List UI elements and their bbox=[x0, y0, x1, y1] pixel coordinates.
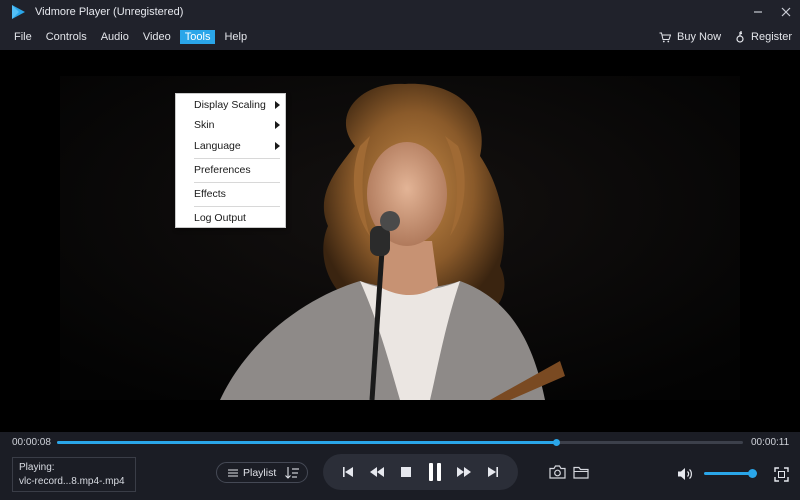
key-icon bbox=[736, 31, 744, 43]
stop-icon bbox=[400, 467, 411, 477]
menu-item-skin[interactable]: Skin bbox=[176, 116, 285, 134]
next-button[interactable] bbox=[483, 462, 503, 482]
menu-tools[interactable]: Tools bbox=[179, 30, 216, 44]
now-playing-file: vlc-record...8.mp4-.mp4 bbox=[19, 476, 125, 487]
playlist-button[interactable]: Playlist bbox=[216, 462, 308, 483]
menu-separator bbox=[194, 158, 280, 159]
language-label: Language bbox=[194, 140, 241, 152]
menu-file[interactable]: File bbox=[9, 30, 37, 44]
pause-button[interactable] bbox=[425, 462, 445, 482]
display-scaling-label: Display Scaling bbox=[194, 99, 266, 111]
log-output-label: Log Output bbox=[194, 212, 246, 224]
seek-bar-progress bbox=[57, 441, 556, 444]
buy-now-button[interactable]: Buy Now bbox=[659, 31, 721, 43]
cart-icon bbox=[659, 32, 671, 42]
fast-forward-button[interactable] bbox=[454, 462, 474, 482]
skin-label: Skin bbox=[194, 119, 215, 131]
submenu-arrow-icon bbox=[275, 142, 280, 150]
register-label: Register bbox=[751, 31, 792, 43]
fullscreen-button[interactable] bbox=[772, 465, 790, 483]
now-playing-box: Playing: vlc-record...8.mp4-.mp4 bbox=[12, 457, 136, 492]
menu-audio[interactable]: Audio bbox=[96, 30, 134, 44]
timeline: 00:00:08 00:00:11 bbox=[0, 432, 800, 452]
menu-item-display-scaling[interactable]: Display Scaling bbox=[176, 96, 285, 114]
seek-handle[interactable] bbox=[552, 439, 560, 446]
app-logo-icon bbox=[9, 3, 27, 21]
skip-next-icon bbox=[488, 467, 499, 477]
speaker-icon bbox=[678, 468, 692, 480]
skip-previous-icon bbox=[342, 467, 353, 477]
camera-icon bbox=[548, 465, 566, 479]
pause-icon bbox=[429, 463, 442, 481]
close-icon bbox=[781, 7, 791, 17]
submenu-arrow-icon bbox=[275, 121, 280, 129]
preferences-label: Preferences bbox=[194, 164, 251, 176]
rewind-button[interactable] bbox=[367, 462, 387, 482]
video-image bbox=[60, 76, 740, 400]
tools-dropdown-menu: Display Scaling Skin Language Preference… bbox=[175, 93, 286, 228]
menu-item-effects[interactable]: Effects bbox=[176, 185, 285, 203]
menu-bar: File Controls Audio Video Tools Help Buy… bbox=[0, 24, 800, 50]
menu-separator bbox=[194, 206, 280, 207]
submenu-arrow-icon bbox=[275, 101, 280, 109]
menu-item-log-output[interactable]: Log Output bbox=[176, 209, 285, 227]
menu-help[interactable]: Help bbox=[219, 30, 252, 44]
previous-button[interactable] bbox=[338, 462, 358, 482]
folder-icon bbox=[573, 466, 589, 479]
menu-item-preferences[interactable]: Preferences bbox=[176, 161, 285, 179]
buy-now-label: Buy Now bbox=[677, 31, 722, 43]
playlist-label: Playlist bbox=[243, 466, 277, 479]
playlist-order-icon[interactable] bbox=[285, 467, 299, 482]
close-button[interactable] bbox=[772, 0, 800, 24]
snapshot-button[interactable] bbox=[548, 463, 566, 481]
rewind-icon bbox=[369, 467, 384, 477]
menu-item-language[interactable]: Language bbox=[176, 137, 285, 155]
menu-controls[interactable]: Controls bbox=[41, 30, 92, 44]
register-button[interactable]: Register bbox=[735, 31, 792, 43]
minimize-icon bbox=[754, 11, 762, 13]
current-time: 00:00:08 bbox=[12, 437, 51, 448]
now-playing-label: Playing: bbox=[19, 462, 55, 473]
transport-controls bbox=[323, 454, 518, 490]
stop-button[interactable] bbox=[396, 462, 416, 482]
effects-label: Effects bbox=[194, 188, 226, 200]
minimize-button[interactable] bbox=[744, 0, 772, 24]
window-title: Vidmore Player (Unregistered) bbox=[35, 6, 184, 18]
open-folder-button[interactable] bbox=[572, 463, 590, 481]
volume-slider[interactable] bbox=[704, 472, 753, 475]
seek-bar[interactable] bbox=[57, 439, 743, 446]
volume-handle[interactable] bbox=[748, 469, 758, 478]
total-time: 00:00:11 bbox=[751, 437, 790, 448]
video-display[interactable]: Display Scaling Skin Language Preference… bbox=[0, 50, 800, 432]
list-icon bbox=[223, 469, 243, 477]
video-frame bbox=[60, 76, 740, 400]
menu-video[interactable]: Video bbox=[138, 30, 176, 44]
menu-separator bbox=[194, 182, 280, 183]
volume-button[interactable] bbox=[676, 465, 694, 483]
fullscreen-icon bbox=[773, 466, 789, 482]
fast-forward-icon bbox=[457, 467, 472, 477]
title-bar: Vidmore Player (Unregistered) bbox=[0, 0, 800, 24]
